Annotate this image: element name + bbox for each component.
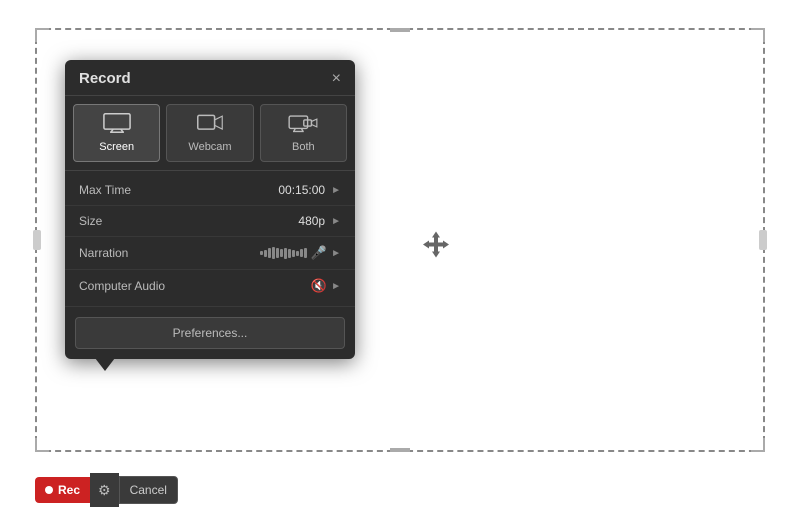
narration-arrow: ► xyxy=(331,248,341,259)
dialog-header: Record × xyxy=(65,60,355,96)
size-arrow: ► xyxy=(331,216,341,227)
rec-label: Rec xyxy=(58,483,80,497)
size-label: Size xyxy=(79,214,298,228)
close-button[interactable]: × xyxy=(332,71,341,87)
handle-top[interactable] xyxy=(390,28,410,32)
max-time-arrow: ► xyxy=(331,185,341,196)
both-icon xyxy=(288,113,318,137)
size-value: 480p xyxy=(298,214,325,228)
max-time-value: 00:15:00 xyxy=(278,183,325,197)
source-webcam-label: Webcam xyxy=(188,141,231,153)
narration-label: Narration xyxy=(79,246,260,260)
corner-tl xyxy=(35,28,49,42)
webcam-icon xyxy=(197,113,223,137)
max-time-label: Max Time xyxy=(79,183,278,197)
handle-right[interactable] xyxy=(759,230,767,250)
max-time-row[interactable]: Max Time 00:15:00 ► xyxy=(65,175,355,206)
settings-button[interactable]: ⚙ xyxy=(90,473,119,507)
source-webcam-button[interactable]: Webcam xyxy=(166,104,253,162)
record-dialog: Record × Screen We xyxy=(65,60,355,359)
dialog-title: Record xyxy=(79,70,131,87)
rec-dot xyxy=(45,486,53,494)
audio-muted-icon: 🔇 xyxy=(311,278,327,294)
source-both-button[interactable]: Both xyxy=(260,104,347,162)
corner-tr xyxy=(751,28,765,42)
computer-audio-label: Computer Audio xyxy=(79,279,311,293)
narration-bars xyxy=(260,247,307,259)
source-screen-label: Screen xyxy=(99,141,134,153)
cancel-button[interactable]: Cancel xyxy=(119,476,178,504)
screen-icon xyxy=(103,113,131,137)
settings-section: Max Time 00:15:00 ► Size 480p ► Narratio… xyxy=(65,171,355,307)
corner-bl xyxy=(35,438,49,452)
source-screen-button[interactable]: Screen xyxy=(73,104,160,162)
dialog-tail xyxy=(95,358,115,371)
gear-icon: ⚙ xyxy=(98,482,111,498)
handle-left[interactable] xyxy=(33,230,41,250)
narration-row[interactable]: Narration 🎤 ► xyxy=(65,237,355,270)
microphone-icon: 🎤 xyxy=(311,245,327,261)
source-selection-row: Screen Webcam xyxy=(65,96,355,171)
computer-audio-arrow: ► xyxy=(331,281,341,292)
corner-br xyxy=(751,438,765,452)
size-row[interactable]: Size 480p ► xyxy=(65,206,355,237)
computer-audio-row[interactable]: Computer Audio 🔇 ► xyxy=(65,270,355,302)
handle-bottom[interactable] xyxy=(390,448,410,452)
move-icon[interactable] xyxy=(421,230,451,267)
source-both-label: Both xyxy=(292,141,315,153)
rec-button[interactable]: Rec xyxy=(35,477,90,503)
preferences-button[interactable]: Preferences... xyxy=(75,317,345,349)
bottom-toolbar: Rec ⚙ Cancel xyxy=(35,473,178,507)
